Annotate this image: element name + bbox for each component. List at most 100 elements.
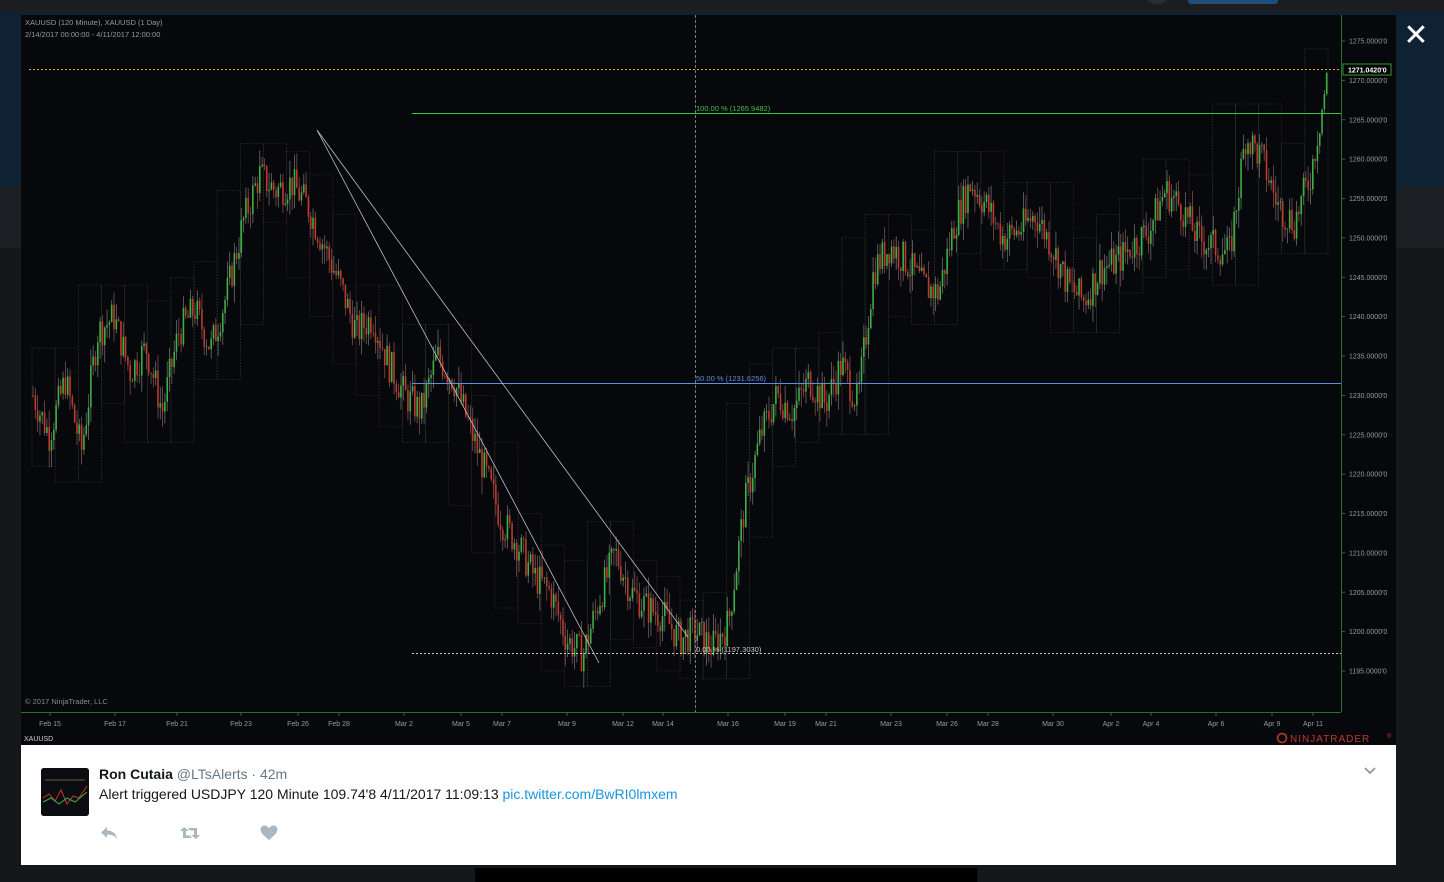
candle-body [566, 643, 569, 650]
candle-body [272, 182, 275, 191]
candle-body [147, 353, 150, 373]
candle-body [421, 392, 423, 419]
candle-body [154, 370, 157, 379]
candle-body [508, 515, 511, 524]
candle-body [1270, 180, 1272, 184]
candle-body [944, 269, 946, 275]
candle-body [83, 434, 85, 451]
candle-body [386, 345, 388, 366]
candle-body [1159, 201, 1161, 221]
candle-body [513, 543, 516, 550]
candle-body [738, 540, 740, 572]
candle-body [270, 182, 273, 190]
candle-body [800, 387, 803, 390]
candle-body [955, 234, 958, 239]
candle-body [751, 478, 754, 493]
candle-body [150, 372, 152, 374]
tweet-button[interactable] [1188, 0, 1278, 4]
candle-body [1122, 242, 1124, 271]
tweet-header: Ron Cutaia @LTsAlerts · 42m [99, 766, 287, 782]
daily-range-box [1258, 103, 1283, 254]
candle-body [777, 386, 779, 394]
candle-body [742, 519, 745, 528]
candle-body [323, 244, 326, 249]
tweet-timestamp[interactable]: 42m [260, 766, 287, 782]
candle-body [117, 319, 120, 322]
brand-text: NINJATRADER [1290, 734, 1370, 745]
tweet-author-name[interactable]: Ron Cutaia [99, 766, 173, 782]
candle-body [927, 277, 930, 298]
candle-body [1163, 192, 1166, 198]
candle-body [180, 333, 182, 345]
y-tick-label: 1275.0000'0 [1349, 39, 1387, 46]
daily-range-box [216, 190, 241, 380]
candle-body [992, 202, 995, 224]
candle-body [650, 598, 652, 623]
candle-body [1307, 180, 1309, 190]
candle-body [596, 610, 599, 614]
candle-body [522, 537, 525, 539]
candle-body [191, 298, 194, 316]
candle-body [1323, 93, 1326, 110]
candle-body [1219, 259, 1222, 265]
close-icon[interactable]: ✕ [1402, 21, 1430, 51]
candle-body [48, 427, 50, 451]
candle-body [1277, 202, 1279, 205]
candle-body [819, 386, 821, 409]
candle-body [770, 419, 773, 423]
like-icon[interactable] [259, 824, 281, 844]
candle-body [370, 317, 372, 333]
retweet-icon[interactable] [179, 824, 201, 844]
candle-body [224, 299, 226, 314]
candle-body [555, 594, 557, 602]
candle-body [733, 589, 736, 612]
candle-body [201, 309, 203, 330]
candle-body [812, 396, 814, 401]
candle-body [140, 346, 143, 376]
reply-icon[interactable] [99, 824, 121, 844]
candle-body [758, 429, 761, 444]
candle-body [379, 340, 381, 348]
candle-body [238, 252, 240, 259]
candle-body [1050, 254, 1053, 257]
candle-body [1242, 149, 1245, 159]
candle-body [458, 383, 460, 389]
candle-body [1214, 230, 1217, 256]
candle-body [654, 612, 657, 615]
candle-body [372, 332, 374, 334]
x-tick-label: Mar 16 [717, 721, 739, 728]
candle-body [240, 220, 243, 253]
candle-body [277, 186, 280, 198]
candle-body [883, 242, 886, 266]
candle-body [731, 611, 733, 616]
candle-body [784, 402, 786, 419]
candle-body [360, 312, 363, 340]
candle-body [939, 286, 941, 300]
fib-0-label: 0.00 % (1197.3030) [696, 645, 762, 654]
tweet-author-handle[interactable]: @LTsAlerts [177, 766, 248, 782]
candle-body [930, 286, 932, 298]
candle-body [527, 561, 530, 576]
candle-body [113, 304, 115, 330]
avatar[interactable] [41, 768, 89, 816]
x-tick-label: Mar 19 [774, 721, 796, 728]
candle-body [1161, 197, 1164, 202]
candle-body [1182, 220, 1184, 228]
candle-body [971, 189, 974, 192]
candle-body [349, 299, 351, 314]
tweet-media-link[interactable]: pic.twitter.com/BwRI0lmxem [503, 786, 678, 802]
candle-body [615, 549, 617, 551]
candle-body [1092, 273, 1094, 306]
candle-body [821, 383, 823, 409]
x-tick-label: Mar 7 [493, 721, 511, 728]
chart-image[interactable]: 100.00 % (1265.9482) 50.00 % (1231.6256)… [21, 15, 1396, 745]
candle-body [462, 394, 465, 403]
candle-body [80, 424, 83, 451]
candle-body [92, 356, 94, 366]
candle-body [76, 422, 78, 434]
candle-body [552, 594, 555, 608]
candle-body [1228, 236, 1231, 238]
ninjatrader-chart: 100.00 % (1265.9482) 50.00 % (1231.6256)… [21, 15, 1392, 745]
candle-body [152, 373, 155, 379]
chevron-down-icon[interactable] [1362, 763, 1378, 779]
